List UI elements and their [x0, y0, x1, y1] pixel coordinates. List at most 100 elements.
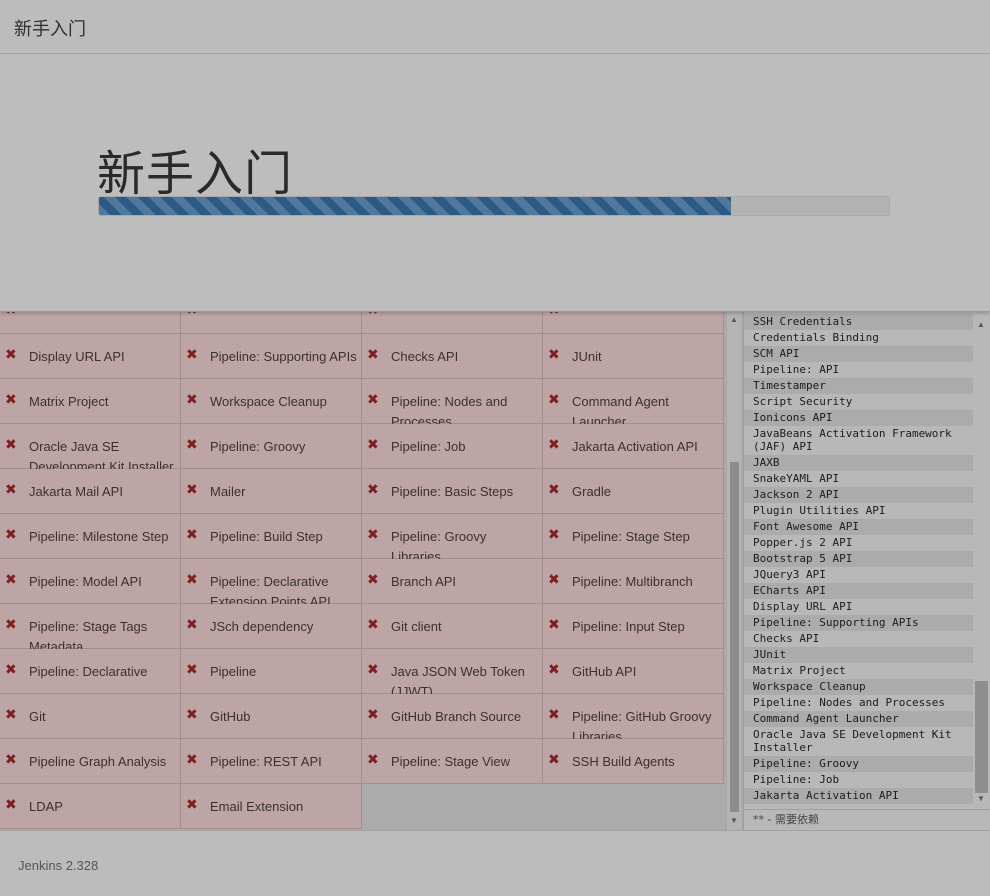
close-icon: ✖ — [367, 347, 379, 363]
close-icon: ✖ — [367, 752, 379, 768]
install-log-item: Pipeline: Job — [744, 772, 973, 788]
close-icon: ✖ — [548, 482, 560, 498]
plugin-item: ✖ Branch API — [362, 559, 543, 604]
close-icon: ✖ — [548, 662, 560, 678]
plugin-list-scrollbar[interactable]: ▲ ▼ — [726, 312, 741, 830]
plugin-name: Pipeline Graph Analysis — [29, 754, 167, 769]
plugin-name: Branch API — [391, 574, 457, 589]
install-log-item: Timestamper — [744, 378, 973, 394]
close-icon: ✖ — [548, 572, 560, 588]
plugin-name: Pipeline: Multibranch — [572, 574, 693, 589]
plugin-item: ✖ Command Agent Launcher — [543, 379, 724, 429]
plugin-item: ✖ GitHub Branch Source — [362, 694, 543, 739]
scroll-up-icon[interactable]: ▲ — [977, 320, 985, 329]
plugin-item: ✖ Pipeline: Model API — [0, 559, 181, 604]
plugin-name: GitHub — [210, 709, 251, 724]
plugin-item: ✖ Pipeline — [181, 649, 362, 694]
close-icon: ✖ — [5, 437, 17, 453]
plugin-name: Pipeline: Declarative — [29, 664, 148, 679]
plugin-name: Pipeline: REST API — [210, 754, 322, 769]
install-log-scroll-thumb[interactable] — [975, 681, 988, 793]
close-icon: ✖ — [5, 392, 17, 408]
scroll-down-icon[interactable]: ▼ — [730, 816, 738, 825]
plugin-list: ✖ ✖ ✖ ✖ ✖ Display URL API ✖ Pipeline: Supportin… — [0, 312, 726, 830]
close-icon: ✖ — [5, 312, 17, 318]
plugin-item: ✖ Pipeline: Groovy — [181, 424, 362, 469]
plugin-item: ✖ Workspace Cleanup — [181, 379, 362, 424]
plugin-name: Pipeline: Stage Step — [572, 529, 690, 544]
plugin-item: ✖ Java JSON Web Token (JJWT) — [362, 649, 543, 699]
install-log-item: Script Security — [744, 394, 973, 410]
close-icon: ✖ — [186, 617, 198, 633]
install-progress-bar — [98, 196, 890, 216]
plugin-name: GitHub API — [572, 664, 637, 679]
install-log-item: Jakarta Activation API — [744, 788, 973, 804]
plugin-item: ✖ Pipeline: Multibranch — [543, 559, 724, 604]
plugin-name: Pipeline: Milestone Step — [29, 529, 169, 544]
close-icon: ✖ — [548, 707, 560, 723]
close-icon: ✖ — [548, 617, 560, 633]
close-icon: ✖ — [186, 572, 198, 588]
close-icon: ✖ — [186, 482, 198, 498]
plugin-item: ✖ Gradle — [543, 469, 724, 514]
install-log-item: SSH Credentials — [744, 314, 973, 330]
plugin-item: ✖ Email Extension — [181, 784, 362, 829]
install-log-scrollbar[interactable]: ▲ ▼ — [974, 314, 989, 808]
install-log-item: Command Agent Launcher — [744, 711, 973, 727]
plugin-item: ✖ Pipeline: Groovy Libraries — [362, 514, 543, 564]
plugin-name: Pipeline: Groovy — [210, 439, 306, 454]
scroll-down-icon[interactable]: ▼ — [977, 794, 985, 803]
plugin-name: Matrix Project — [29, 394, 109, 409]
plugin-item: ✖ GitHub — [181, 694, 362, 739]
plugin-item: ✖ Jakarta Mail API — [0, 469, 181, 514]
install-log-item: Checks API — [744, 631, 973, 647]
close-icon: ✖ — [186, 527, 198, 543]
install-log-item: Credentials Binding — [744, 330, 973, 346]
plugin-item: ✖ JSch dependency — [181, 604, 362, 649]
close-icon: ✖ — [367, 617, 379, 633]
jenkins-version: Jenkins 2.328 — [18, 858, 99, 873]
plugin-name: LDAP — [29, 799, 63, 814]
plugin-name: GitHub Branch Source — [391, 709, 522, 724]
scroll-up-icon[interactable]: ▲ — [730, 315, 738, 324]
plugin-list-scroll-thumb[interactable] — [730, 462, 739, 812]
plugin-item: ✖ — [181, 312, 362, 334]
plugin-item: ✖ — [543, 312, 724, 334]
plugin-name: Jakarta Activation API — [572, 439, 698, 454]
plugin-item: ✖ Pipeline: Input Step — [543, 604, 724, 649]
close-icon: ✖ — [367, 437, 379, 453]
close-icon: ✖ — [367, 707, 379, 723]
plugin-item: ✖ Git — [0, 694, 181, 739]
plugin-name: Pipeline: Supporting APIs — [210, 349, 357, 364]
install-log-item: SCM API — [744, 346, 973, 362]
plugin-name: Pipeline: Build Step — [210, 529, 323, 544]
install-log-item: Ionicons API — [744, 410, 973, 426]
plugin-name: JUnit — [572, 349, 602, 364]
install-log-item: JAXB — [744, 455, 973, 471]
plugin-item: ✖ Jakarta Activation API — [543, 424, 724, 469]
close-icon: ✖ — [5, 482, 17, 498]
close-icon: ✖ — [5, 752, 17, 768]
plugin-item: ✖ Pipeline: Declarative Extension Points … — [181, 559, 362, 609]
close-icon: ✖ — [367, 572, 379, 588]
plugin-item: ✖ Pipeline: Declarative — [0, 649, 181, 694]
header-title: 新手入门 — [14, 19, 86, 40]
plugin-item: ✖ — [362, 312, 543, 334]
plugin-item: ✖ Checks API — [362, 334, 543, 379]
close-icon: ✖ — [367, 392, 379, 408]
install-log-item: SnakeYAML API — [744, 471, 973, 487]
plugin-item: ✖ LDAP — [0, 784, 181, 829]
close-icon: ✖ — [186, 312, 198, 318]
install-log-legend: ** - 需要依赖 — [744, 809, 990, 830]
close-icon: ✖ — [5, 617, 17, 633]
close-icon: ✖ — [548, 527, 560, 543]
plugin-item: ✖ GitHub API — [543, 649, 724, 694]
plugin-name: Git — [29, 709, 46, 724]
close-icon: ✖ — [5, 347, 17, 363]
plugin-name: Workspace Cleanup — [210, 394, 327, 409]
plugin-item: ✖ Pipeline Graph Analysis — [0, 739, 181, 784]
plugin-item: ✖ Pipeline: Milestone Step — [0, 514, 181, 559]
close-icon: ✖ — [186, 707, 198, 723]
hero-panel: 新手入门 — [0, 54, 990, 312]
install-log-item: Pipeline: Supporting APIs — [744, 615, 973, 631]
